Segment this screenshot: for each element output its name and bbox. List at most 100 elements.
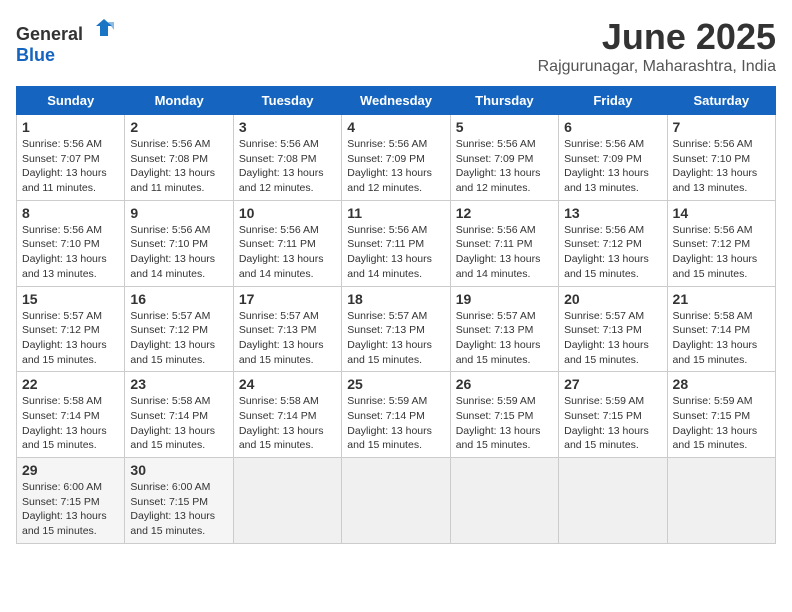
day-info: Sunrise: 5:56 AM Sunset: 7:11 PM Dayligh… — [239, 223, 336, 282]
calendar-cell: 5 Sunrise: 5:56 AM Sunset: 7:09 PM Dayli… — [450, 115, 558, 201]
calendar-cell: 24 Sunrise: 5:58 AM Sunset: 7:14 PM Dayl… — [233, 372, 341, 458]
calendar-subtitle: Rajgurunagar, Maharashtra, India — [538, 58, 776, 76]
day-number: 3 — [239, 119, 336, 135]
calendar-cell — [233, 458, 341, 544]
day-number: 7 — [673, 119, 770, 135]
calendar-header-row: Sunday Monday Tuesday Wednesday Thursday… — [17, 87, 776, 115]
day-number: 23 — [130, 376, 227, 392]
day-info: Sunrise: 5:56 AM Sunset: 7:09 PM Dayligh… — [347, 137, 444, 196]
calendar-cell — [342, 458, 450, 544]
day-number: 15 — [22, 291, 119, 307]
day-number: 10 — [239, 205, 336, 221]
calendar-cell: 29 Sunrise: 6:00 AM Sunset: 7:15 PM Dayl… — [17, 458, 125, 544]
header-tuesday: Tuesday — [233, 87, 341, 115]
day-info: Sunrise: 5:58 AM Sunset: 7:14 PM Dayligh… — [673, 309, 770, 368]
day-number: 24 — [239, 376, 336, 392]
day-number: 21 — [673, 291, 770, 307]
header-monday: Monday — [125, 87, 233, 115]
logo: General Blue — [16, 16, 114, 66]
day-info: Sunrise: 5:56 AM Sunset: 7:08 PM Dayligh… — [130, 137, 227, 196]
day-info: Sunrise: 5:59 AM Sunset: 7:14 PM Dayligh… — [347, 394, 444, 453]
day-info: Sunrise: 5:57 AM Sunset: 7:12 PM Dayligh… — [130, 309, 227, 368]
day-info: Sunrise: 5:56 AM Sunset: 7:11 PM Dayligh… — [456, 223, 553, 282]
page-container: General Blue June 2025 Rajgurunagar, Mah… — [16, 16, 776, 544]
calendar-cell: 15 Sunrise: 5:57 AM Sunset: 7:12 PM Dayl… — [17, 286, 125, 372]
calendar-cell: 14 Sunrise: 5:56 AM Sunset: 7:12 PM Dayl… — [667, 200, 775, 286]
calendar-cell: 7 Sunrise: 5:56 AM Sunset: 7:10 PM Dayli… — [667, 115, 775, 201]
day-info: Sunrise: 5:57 AM Sunset: 7:13 PM Dayligh… — [239, 309, 336, 368]
day-info: Sunrise: 5:59 AM Sunset: 7:15 PM Dayligh… — [564, 394, 661, 453]
day-info: Sunrise: 5:56 AM Sunset: 7:12 PM Dayligh… — [564, 223, 661, 282]
calendar-cell: 13 Sunrise: 5:56 AM Sunset: 7:12 PM Dayl… — [559, 200, 667, 286]
day-info: Sunrise: 5:58 AM Sunset: 7:14 PM Dayligh… — [22, 394, 119, 453]
calendar-cell: 23 Sunrise: 5:58 AM Sunset: 7:14 PM Dayl… — [125, 372, 233, 458]
calendar-table: Sunday Monday Tuesday Wednesday Thursday… — [16, 86, 776, 544]
day-info: Sunrise: 6:00 AM Sunset: 7:15 PM Dayligh… — [130, 480, 227, 539]
header-friday: Friday — [559, 87, 667, 115]
day-number: 19 — [456, 291, 553, 307]
header: General Blue June 2025 Rajgurunagar, Mah… — [16, 16, 776, 76]
calendar-cell — [559, 458, 667, 544]
calendar-cell: 25 Sunrise: 5:59 AM Sunset: 7:14 PM Dayl… — [342, 372, 450, 458]
calendar-week-row: 15 Sunrise: 5:57 AM Sunset: 7:12 PM Dayl… — [17, 286, 776, 372]
day-number: 28 — [673, 376, 770, 392]
title-area: June 2025 Rajgurunagar, Maharashtra, Ind… — [538, 16, 776, 76]
day-info: Sunrise: 5:57 AM Sunset: 7:13 PM Dayligh… — [564, 309, 661, 368]
header-saturday: Saturday — [667, 87, 775, 115]
day-info: Sunrise: 5:56 AM Sunset: 7:10 PM Dayligh… — [22, 223, 119, 282]
calendar-cell: 10 Sunrise: 5:56 AM Sunset: 7:11 PM Dayl… — [233, 200, 341, 286]
day-info: Sunrise: 5:56 AM Sunset: 7:08 PM Dayligh… — [239, 137, 336, 196]
day-number: 25 — [347, 376, 444, 392]
calendar-cell: 18 Sunrise: 5:57 AM Sunset: 7:13 PM Dayl… — [342, 286, 450, 372]
calendar-cell: 3 Sunrise: 5:56 AM Sunset: 7:08 PM Dayli… — [233, 115, 341, 201]
day-number: 5 — [456, 119, 553, 135]
day-info: Sunrise: 5:56 AM Sunset: 7:10 PM Dayligh… — [130, 223, 227, 282]
day-number: 16 — [130, 291, 227, 307]
day-info: Sunrise: 5:56 AM Sunset: 7:07 PM Dayligh… — [22, 137, 119, 196]
day-info: Sunrise: 5:56 AM Sunset: 7:11 PM Dayligh… — [347, 223, 444, 282]
calendar-cell: 9 Sunrise: 5:56 AM Sunset: 7:10 PM Dayli… — [125, 200, 233, 286]
calendar-cell: 20 Sunrise: 5:57 AM Sunset: 7:13 PM Dayl… — [559, 286, 667, 372]
day-number: 27 — [564, 376, 661, 392]
calendar-cell: 1 Sunrise: 5:56 AM Sunset: 7:07 PM Dayli… — [17, 115, 125, 201]
calendar-cell: 21 Sunrise: 5:58 AM Sunset: 7:14 PM Dayl… — [667, 286, 775, 372]
calendar-cell: 8 Sunrise: 5:56 AM Sunset: 7:10 PM Dayli… — [17, 200, 125, 286]
header-wednesday: Wednesday — [342, 87, 450, 115]
calendar-cell: 4 Sunrise: 5:56 AM Sunset: 7:09 PM Dayli… — [342, 115, 450, 201]
calendar-cell: 28 Sunrise: 5:59 AM Sunset: 7:15 PM Dayl… — [667, 372, 775, 458]
day-number: 14 — [673, 205, 770, 221]
header-thursday: Thursday — [450, 87, 558, 115]
logo-blue: Blue — [16, 45, 55, 65]
day-info: Sunrise: 5:57 AM Sunset: 7:13 PM Dayligh… — [347, 309, 444, 368]
logo-general: General — [16, 24, 83, 44]
day-info: Sunrise: 5:58 AM Sunset: 7:14 PM Dayligh… — [239, 394, 336, 453]
calendar-cell — [450, 458, 558, 544]
day-info: Sunrise: 5:57 AM Sunset: 7:12 PM Dayligh… — [22, 309, 119, 368]
day-info: Sunrise: 5:56 AM Sunset: 7:09 PM Dayligh… — [456, 137, 553, 196]
calendar-week-row: 29 Sunrise: 6:00 AM Sunset: 7:15 PM Dayl… — [17, 458, 776, 544]
day-number: 20 — [564, 291, 661, 307]
calendar-cell: 16 Sunrise: 5:57 AM Sunset: 7:12 PM Dayl… — [125, 286, 233, 372]
day-number: 8 — [22, 205, 119, 221]
calendar-cell: 17 Sunrise: 5:57 AM Sunset: 7:13 PM Dayl… — [233, 286, 341, 372]
calendar-cell: 12 Sunrise: 5:56 AM Sunset: 7:11 PM Dayl… — [450, 200, 558, 286]
day-number: 13 — [564, 205, 661, 221]
day-number: 1 — [22, 119, 119, 135]
day-info: Sunrise: 5:59 AM Sunset: 7:15 PM Dayligh… — [456, 394, 553, 453]
day-info: Sunrise: 5:56 AM Sunset: 7:10 PM Dayligh… — [673, 137, 770, 196]
header-sunday: Sunday — [17, 87, 125, 115]
day-info: Sunrise: 5:57 AM Sunset: 7:13 PM Dayligh… — [456, 309, 553, 368]
day-number: 11 — [347, 205, 444, 221]
day-number: 17 — [239, 291, 336, 307]
calendar-week-row: 22 Sunrise: 5:58 AM Sunset: 7:14 PM Dayl… — [17, 372, 776, 458]
day-number: 30 — [130, 462, 227, 478]
calendar-cell: 19 Sunrise: 5:57 AM Sunset: 7:13 PM Dayl… — [450, 286, 558, 372]
calendar-cell: 30 Sunrise: 6:00 AM Sunset: 7:15 PM Dayl… — [125, 458, 233, 544]
day-number: 22 — [22, 376, 119, 392]
day-number: 26 — [456, 376, 553, 392]
day-number: 4 — [347, 119, 444, 135]
calendar-cell: 27 Sunrise: 5:59 AM Sunset: 7:15 PM Dayl… — [559, 372, 667, 458]
day-number: 2 — [130, 119, 227, 135]
logo-icon — [90, 16, 114, 40]
day-info: Sunrise: 5:56 AM Sunset: 7:09 PM Dayligh… — [564, 137, 661, 196]
